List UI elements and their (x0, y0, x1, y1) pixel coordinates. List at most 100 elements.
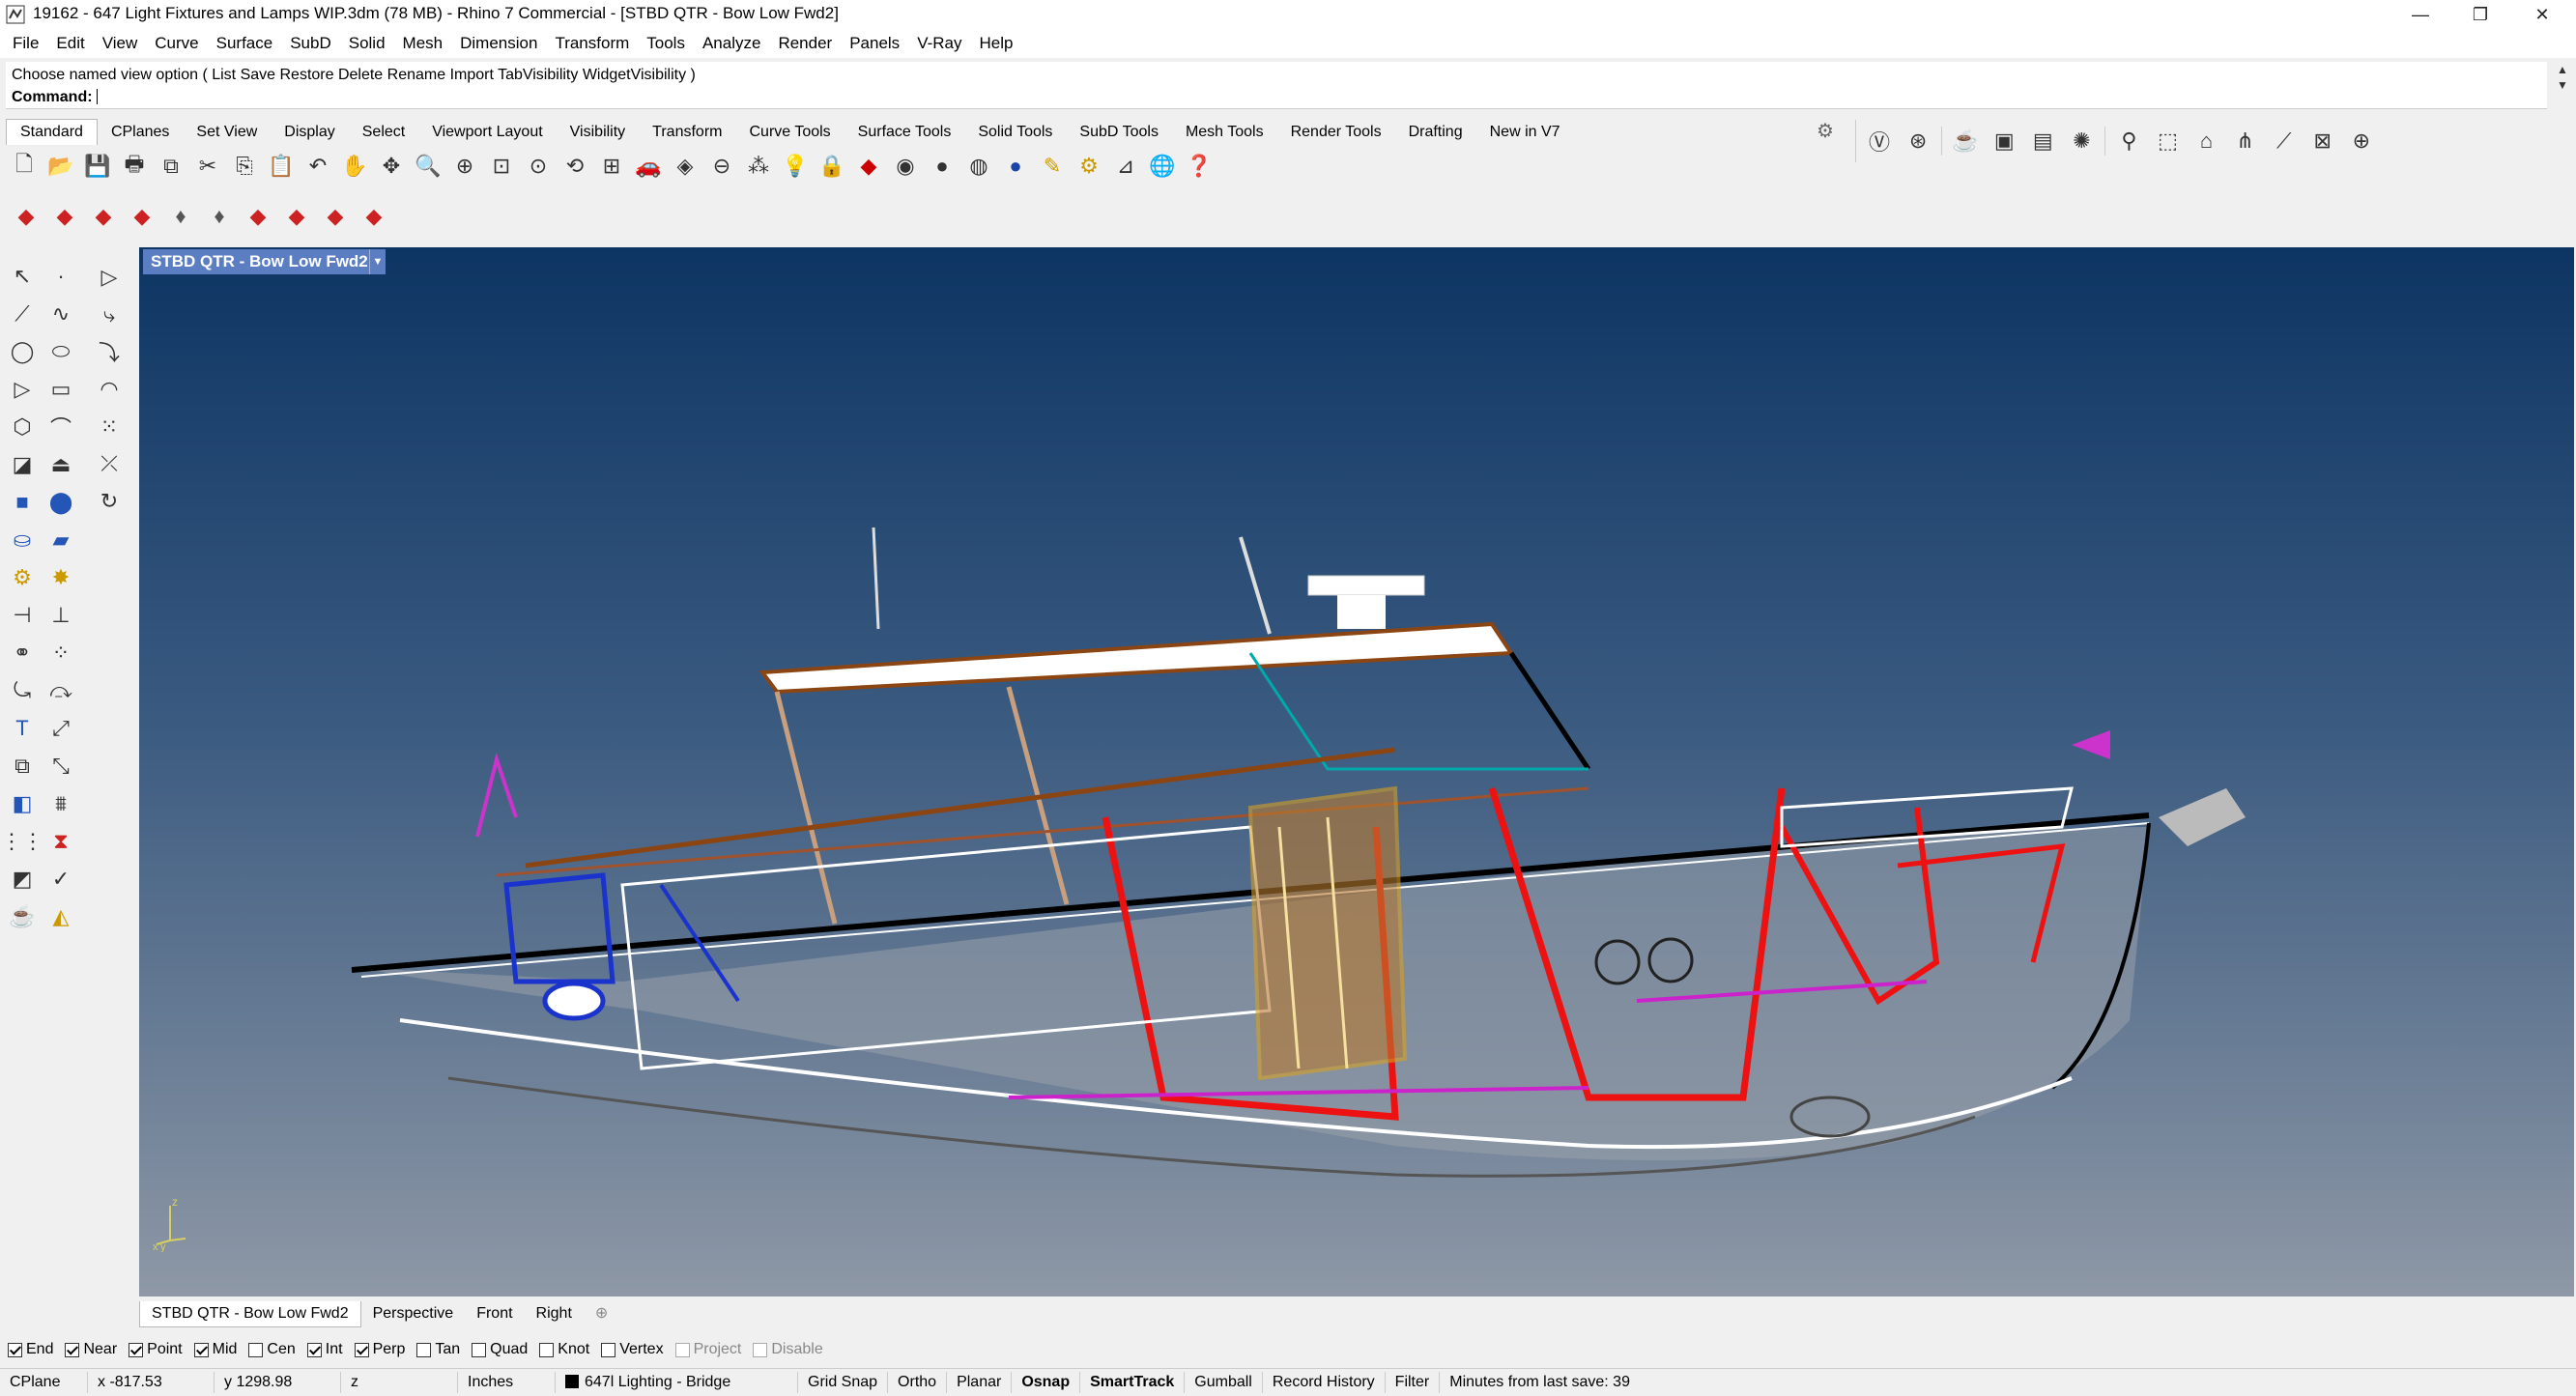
polygon-icon[interactable]: ▷ (4, 372, 41, 407)
tab-solid-tools[interactable]: Solid Tools (964, 120, 1066, 145)
grid-array-icon[interactable]: ⋮⋮ (1, 824, 43, 859)
split-icon[interactable]: ⊥ (43, 598, 79, 633)
polygon-hex-icon[interactable]: ⬡ (4, 410, 41, 444)
command-line[interactable]: Command: (6, 86, 2547, 109)
status-units[interactable]: Inches (458, 1372, 556, 1393)
osnap-knot[interactable]: Knot (539, 1341, 589, 1358)
new-file-icon[interactable]: 🗋 (8, 150, 41, 183)
menu-render[interactable]: Render (769, 34, 841, 53)
render-region-icon[interactable]: ▤ (2027, 125, 2058, 157)
pencil-icon[interactable]: ✎ (1036, 150, 1069, 183)
osnap-perp[interactable]: Perp (354, 1341, 405, 1358)
tab-surface-tools[interactable]: Surface Tools (844, 120, 965, 145)
layer-icon[interactable]: ◆ (852, 150, 885, 183)
osnap-quad[interactable]: Quad (472, 1341, 528, 1358)
print-icon[interactable]: 🖶 (118, 150, 151, 183)
menu-tools[interactable]: Tools (638, 34, 694, 53)
save-icon[interactable]: 💾 (81, 150, 114, 183)
light-rect-icon[interactable]: ⬚ (2152, 125, 2183, 157)
dome-light-icon[interactable]: ⌂ (2191, 125, 2222, 157)
select-filter-icon[interactable]: ⁂ (742, 150, 775, 183)
undo-view-icon[interactable]: ⟲ (558, 150, 591, 183)
command-scrollbar[interactable]: ▲ ▼ (2553, 62, 2572, 110)
menu-analyze[interactable]: Analyze (694, 34, 769, 53)
zoom-icon[interactable]: 🔍 (412, 150, 444, 183)
mesh-plane-icon[interactable]: ▰ (43, 523, 79, 557)
help-icon[interactable]: ❓ (1183, 150, 1216, 183)
explode-icon[interactable]: ✸ (43, 560, 79, 595)
frame-buffer-icon[interactable]: ▣ (1989, 125, 2019, 157)
zoom-extents-icon[interactable]: ⊡ (485, 150, 518, 183)
tab-settings-gear-icon[interactable]: ⚙ (1817, 119, 1834, 143)
open-file-icon[interactable]: 📂 (44, 150, 77, 183)
osnap-cen[interactable]: Cen (248, 1341, 296, 1358)
proxy-icon[interactable]: ⊠ (2307, 125, 2338, 157)
trim-icon[interactable]: ⊣ (4, 598, 41, 633)
layer-tool-8-icon[interactable]: ◆ (280, 200, 313, 233)
cut-icon[interactable]: ✂ (191, 150, 224, 183)
osnap-end[interactable]: End (8, 1341, 53, 1358)
select-window-icon[interactable]: ▷ (93, 259, 126, 297)
osnap-end-checkbox[interactable] (8, 1342, 22, 1357)
paste-icon[interactable]: 📋 (265, 150, 298, 183)
layer-tool-6-icon[interactable]: ♦ (203, 200, 236, 233)
copy-icon[interactable]: ⎘ (228, 150, 261, 183)
ellipse-icon[interactable]: ⬭ (43, 334, 79, 369)
status-grid-snap[interactable]: Grid Snap (798, 1372, 889, 1393)
menu-vray[interactable]: V-Ray (908, 34, 970, 53)
menu-view[interactable]: View (94, 34, 147, 53)
osnap-quad-checkbox[interactable] (472, 1342, 487, 1357)
gear-tool-icon[interactable]: ⚙ (4, 560, 41, 595)
distance-icon[interactable]: ⧗ (43, 824, 79, 859)
layer-tool-9-icon[interactable]: ◆ (319, 200, 352, 233)
interactive-render-icon[interactable]: ✺ (2066, 125, 2097, 157)
vray-logo-icon[interactable]: Ⓥ (1864, 125, 1895, 157)
osnap-knot-checkbox[interactable] (539, 1342, 555, 1357)
check-icon[interactable]: ✓ (43, 862, 79, 897)
menu-transform[interactable]: Transform (546, 34, 638, 53)
scene-add-icon[interactable]: ⊕ (2346, 125, 2377, 157)
osnap-vertex[interactable]: Vertex (601, 1341, 664, 1358)
osnap-tan[interactable]: Tan (416, 1341, 460, 1358)
fillet-curve-icon[interactable]: ⌒ (43, 410, 79, 444)
sphere-rendered-icon[interactable]: ◍ (962, 150, 995, 183)
tab-render-tools[interactable]: Render Tools (1277, 120, 1395, 145)
solid-edit-icon[interactable]: ◧ (4, 786, 41, 821)
export-icon[interactable]: ⧉ (155, 150, 187, 183)
osnap-point[interactable]: Point (129, 1341, 183, 1358)
curve-interp-icon[interactable]: ⤷ (93, 297, 126, 334)
viewport-stbd-qtr[interactable] (139, 247, 2574, 1296)
tab-set-view[interactable]: Set View (183, 120, 271, 145)
status-cplane[interactable]: CPlane (0, 1372, 88, 1393)
osnap-mid[interactable]: Mid (193, 1341, 237, 1358)
text-icon[interactable]: T (4, 711, 41, 746)
teapot-render-icon[interactable]: ☕ (1950, 125, 1981, 157)
join-icon[interactable]: ⚭ (4, 636, 41, 670)
status-layer[interactable]: 647l Lighting - Bridge (556, 1372, 798, 1393)
osnap-project-checkbox[interactable] (674, 1342, 690, 1357)
tab-display[interactable]: Display (271, 120, 348, 145)
status-filter[interactable]: Filter (1386, 1372, 1441, 1393)
fur-icon[interactable]: ⋔ (2230, 125, 2261, 157)
rotate-view-icon[interactable]: ✥ (375, 150, 408, 183)
minimize-button[interactable]: — (2390, 0, 2450, 29)
vp-tab-perspective[interactable]: Perspective (361, 1301, 466, 1326)
tab-viewport-layout[interactable]: Viewport Layout (418, 120, 556, 145)
tab-cplanes[interactable]: CPlanes (98, 120, 183, 145)
menu-dimension[interactable]: Dimension (451, 34, 546, 53)
close-button[interactable]: ✕ (2512, 0, 2572, 29)
surface-corner-icon[interactable]: ◪ (4, 447, 41, 482)
decal-icon[interactable]: ⟋ (2269, 125, 2300, 157)
named-view-icon[interactable]: ◈ (669, 150, 701, 183)
menu-edit[interactable]: Edit (47, 34, 93, 53)
sphere-shaded-icon[interactable]: ● (926, 150, 959, 183)
light-omni-icon[interactable]: ⚲ (2113, 125, 2144, 157)
rectangle-icon[interactable]: ▭ (43, 372, 79, 407)
gear-options-icon[interactable]: ⚙ (1073, 150, 1105, 183)
layer-tool-7-icon[interactable]: ◆ (242, 200, 274, 233)
tab-new-in-v7[interactable]: New in V7 (1476, 120, 1574, 145)
array-icon[interactable]: ⧉ (4, 749, 41, 783)
analyze-icon[interactable]: ◩ (4, 862, 41, 897)
layer-tool-10-icon[interactable]: ◆ (358, 200, 390, 233)
render-sphere-icon[interactable]: ● (999, 150, 1032, 183)
